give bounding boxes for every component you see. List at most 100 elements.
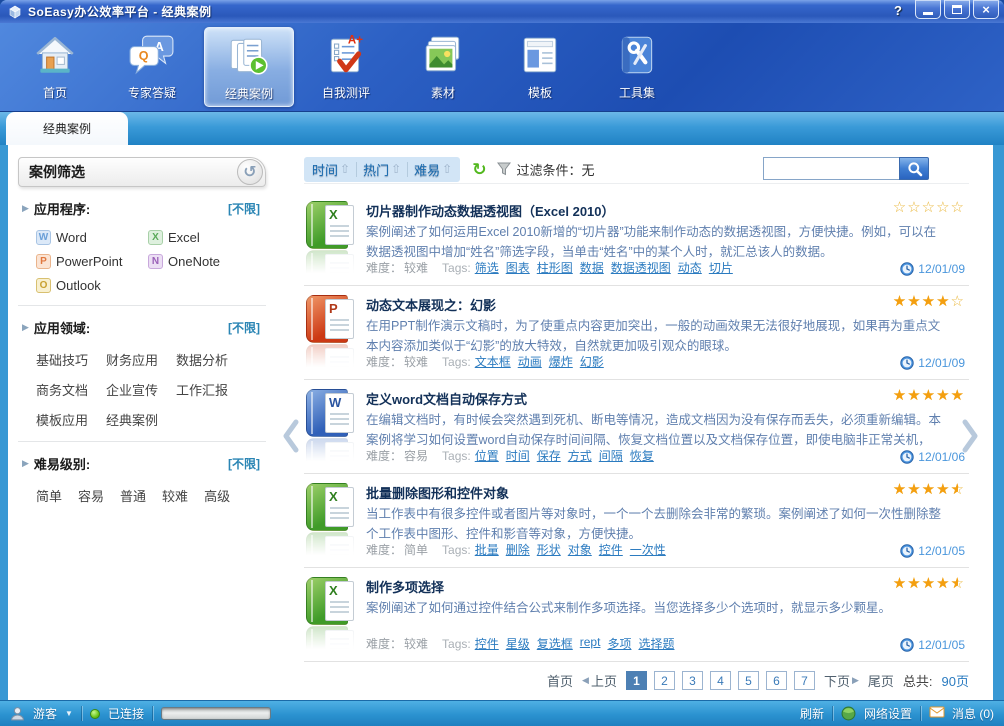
tag-link[interactable]: 一次性 (630, 541, 666, 558)
prev-page-chevron[interactable] (280, 417, 302, 460)
case-row[interactable]: P 动态文本展现之：幻影 ☆☆☆☆☆★★★★★ 在用PPT制作演示文稿时，为了使… (304, 286, 969, 380)
tag-link[interactable]: 形状 (537, 541, 561, 558)
page-last-link[interactable]: 尾页 (868, 671, 894, 690)
sort-option[interactable]: 热门 ⇧ (357, 159, 407, 180)
case-row[interactable]: W 定义word文档自动保存方式 ☆☆☆☆☆★★★★★ 在编辑文档时，有时候会突… (304, 380, 969, 474)
app-filter-item[interactable]: N OneNote (148, 254, 260, 269)
app-filter-item[interactable]: O Outlook (36, 278, 148, 293)
page-number-button[interactable]: 4 (710, 671, 731, 690)
tag-link[interactable]: 保存 (537, 447, 561, 464)
toolbar-item-tools[interactable]: 工具集 (592, 27, 682, 107)
tag-link[interactable]: 控件 (475, 635, 499, 652)
tag-link[interactable]: 柱形图 (537, 259, 573, 276)
toolbar-item-assessment[interactable]: A+ 自我测评 (301, 27, 391, 107)
close-button[interactable]: × (973, 0, 999, 19)
app-filter-item[interactable]: W Word (36, 230, 148, 245)
tag-link[interactable]: 数据透视图 (611, 259, 671, 276)
tag-link[interactable]: 爆炸 (549, 353, 573, 370)
page-number-button[interactable]: 2 (654, 671, 675, 690)
toolbar-item-templates[interactable]: 模板 (495, 27, 585, 107)
page-number-button[interactable]: 5 (738, 671, 759, 690)
title-bar[interactable]: SoEasy办公效率平台 - 经典案例 ? × (0, 0, 1004, 23)
search-button[interactable] (899, 157, 929, 180)
refresh-icon[interactable]: ↻ (472, 161, 486, 178)
app-filter-item[interactable]: X Excel (148, 230, 260, 245)
tag-link[interactable]: 恢复 (630, 447, 654, 464)
tag-link[interactable]: 控件 (599, 541, 623, 558)
domain-filter-link[interactable]: 工作汇报 (176, 380, 228, 399)
minimize-button[interactable] (915, 0, 941, 19)
tag-link[interactable]: 动态 (678, 259, 702, 276)
tag-link[interactable]: rept (580, 635, 601, 652)
domain-unlimited-link[interactable]: [不限] (228, 319, 260, 336)
page-number-button[interactable]: 7 (794, 671, 815, 690)
domain-filter-link[interactable]: 财务应用 (106, 350, 158, 369)
tag-link[interactable]: 幻影 (580, 353, 604, 370)
domain-filter-link[interactable]: 商务文档 (36, 380, 88, 399)
app-unlimited-link[interactable]: [不限] (228, 200, 260, 217)
refresh-link[interactable]: 刷新 (800, 705, 824, 722)
tag-link[interactable]: 切片 (709, 259, 733, 276)
tab-classic-cases[interactable]: 经典案例 (6, 112, 128, 145)
case-title[interactable]: 切片器制作动态数据透视图（Excel 2010） (366, 201, 615, 220)
page-next-link[interactable]: 下页▶ (824, 671, 859, 690)
tag-link[interactable]: 对象 (568, 541, 592, 558)
network-settings-link[interactable]: 网络设置 (864, 705, 912, 722)
toolbar-item-cases[interactable]: 经典案例 (204, 27, 294, 107)
user-dropdown-icon[interactable]: ▼ (65, 709, 73, 718)
level-filter-link[interactable]: 容易 (78, 486, 104, 505)
domain-filter-link[interactable]: 基础技巧 (36, 350, 88, 369)
tag-link[interactable]: 时间 (506, 447, 530, 464)
tag-link[interactable]: 文本框 (475, 353, 511, 370)
page-number-button[interactable]: 6 (766, 671, 787, 690)
case-title[interactable]: 批量删除图形和控件对象 (366, 483, 509, 502)
search-input[interactable] (763, 157, 899, 180)
page-number-button[interactable]: 3 (682, 671, 703, 690)
messages-link[interactable]: 消息 (0) (952, 705, 994, 722)
difficulty-value: 较难 (404, 353, 428, 370)
domain-filter-link[interactable]: 模板应用 (36, 410, 88, 429)
tag-link[interactable]: 间隔 (599, 447, 623, 464)
level-filter-link[interactable]: 较难 (162, 486, 188, 505)
case-title[interactable]: 动态文本展现之：幻影 (366, 295, 496, 314)
case-title[interactable]: 制作多项选择 (366, 577, 444, 596)
case-title[interactable]: 定义word文档自动保存方式 (366, 389, 527, 408)
case-row[interactable]: X 切片器制作动态数据透视图（Excel 2010） ☆☆☆☆☆★★★★★ 案例… (304, 192, 969, 286)
domain-filter-link[interactable]: 经典案例 (106, 410, 158, 429)
rating-stars: ☆☆☆☆☆★★★★★ (893, 388, 965, 403)
reset-filter-button[interactable]: ↺ (237, 159, 263, 185)
tag-link[interactable]: 删除 (506, 541, 530, 558)
maximize-button[interactable] (944, 0, 970, 19)
toolbar-item-home[interactable]: 首页 (10, 27, 100, 107)
toolbar-item-materials[interactable]: 素材 (398, 27, 488, 107)
case-row[interactable]: X 批量删除图形和控件对象 ☆☆☆☆☆★★★★★ 当工作表中有很多控件或者图片等… (304, 474, 969, 568)
toolbar-item-qa[interactable]: AQ 专家答疑 (107, 27, 197, 107)
tag-link[interactable]: 数据 (580, 259, 604, 276)
page-prev-link[interactable]: ◀上页 (582, 671, 617, 690)
tag-link[interactable]: 多项 (607, 635, 631, 652)
tag-link[interactable]: 选择题 (638, 635, 674, 652)
tag-link[interactable]: 星级 (506, 635, 530, 652)
page-first-link[interactable]: 首页 (547, 671, 573, 690)
tag-link[interactable]: 筛选 (475, 259, 499, 276)
domain-filter-link[interactable]: 企业宣传 (106, 380, 158, 399)
next-page-chevron[interactable] (959, 417, 981, 460)
domain-filter-link[interactable]: 数据分析 (176, 350, 228, 369)
tag-link[interactable]: 图表 (506, 259, 530, 276)
level-unlimited-link[interactable]: [不限] (228, 455, 260, 472)
user-label[interactable]: 游客 (33, 705, 57, 722)
tag-link[interactable]: 位置 (475, 447, 499, 464)
sort-option[interactable]: 难易 ⇧ (408, 159, 458, 180)
level-filter-link[interactable]: 简单 (36, 486, 62, 505)
case-row[interactable]: X 制作多项选择 ☆☆☆☆☆★★★★★ 案例阐述了如何通过控件结合公式来制作多项… (304, 568, 969, 662)
page-number-button[interactable]: 1 (626, 671, 647, 690)
level-filter-link[interactable]: 高级 (204, 486, 230, 505)
tag-link[interactable]: 方式 (568, 447, 592, 464)
level-filter-link[interactable]: 普通 (120, 486, 146, 505)
tag-link[interactable]: 动画 (518, 353, 542, 370)
tag-link[interactable]: 复选框 (537, 635, 573, 652)
help-icon[interactable]: ? (894, 3, 902, 18)
app-filter-item[interactable]: P PowerPoint (36, 254, 148, 269)
sort-option[interactable]: 时间 ⇧ (306, 159, 356, 180)
tag-link[interactable]: 批量 (475, 541, 499, 558)
